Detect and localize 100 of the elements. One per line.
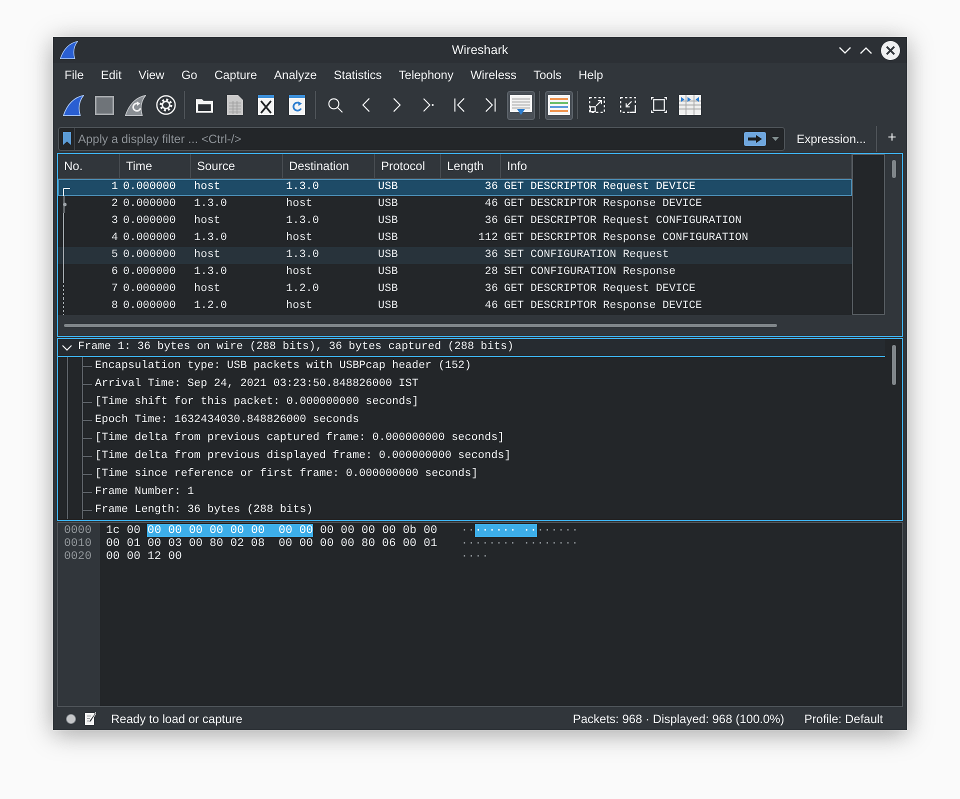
apply-filter-button[interactable] bbox=[744, 132, 766, 146]
expand-square-icon bbox=[589, 97, 605, 113]
packet-cell-text: 1.2.0 bbox=[286, 282, 320, 298]
packet-row[interactable]: 2 0.000000 1.3.0 host USB 46 GET DESCRIPTOR Response DEVICE bbox=[58, 196, 852, 213]
ascii-text[interactable]: ···· bbox=[461, 550, 489, 563]
tree-item-text[interactable]: [Time delta from previous captured frame: 0.000000000 seconds] bbox=[95, 430, 504, 446]
packet-cell-text: 1.3.0 bbox=[286, 248, 320, 264]
window-title: Wireshark bbox=[452, 42, 508, 59]
packet-cell-text: 0.000000 bbox=[123, 282, 176, 298]
packet-row[interactable]: 1 0.000000 host 1.3.0 USB 36 GET DESCRIPTOR Request DEVICE bbox=[58, 179, 852, 196]
menu-item[interactable]: Tools bbox=[525, 65, 570, 85]
packet-cell-text: 0.000000 bbox=[123, 231, 176, 246]
packet-cell-text: GET DESCRIPTOR Request CONFIGURATION bbox=[504, 214, 742, 230]
colored-lines-icon bbox=[548, 95, 570, 115]
packet-cell-text: GET DESCRIPTOR Request DEVICE bbox=[504, 282, 696, 298]
tree-item-text[interactable]: [Time shift for this packet: 0.000000000 seconds] bbox=[95, 394, 418, 410]
packet-count: Packets: 968 · Displayed: 968 (100.0%) bbox=[572, 710, 784, 728]
tree-item-text[interactable]: Epoch Time: 1632434030.848826000 seconds bbox=[95, 412, 360, 428]
horizontal-scrollbar[interactable] bbox=[64, 324, 777, 327]
packet-number-cell-text: 2 bbox=[111, 197, 118, 212]
offset-cell-text: 0020 bbox=[64, 550, 93, 563]
packet-cell-text: 0.000000 bbox=[123, 214, 176, 230]
packet-number-cell-text: 8 bbox=[111, 299, 118, 314]
packet-cell-text: 0.000000 bbox=[123, 248, 176, 264]
menu-item[interactable]: Wireless bbox=[462, 65, 525, 85]
packet-number-cell-text: 3 bbox=[111, 214, 118, 230]
menu-item[interactable]: File bbox=[56, 65, 92, 85]
packet-cell-text: USB bbox=[378, 265, 398, 280]
vertical-scrollbar[interactable] bbox=[892, 160, 896, 178]
packet-cell-text: host bbox=[286, 265, 312, 280]
chevron-down-icon[interactable] bbox=[62, 342, 72, 352]
menu-item[interactable]: View bbox=[130, 65, 173, 85]
tree-item-text: Frame 1: 36 bytes on wire (288 bits), 36 bytes captured (288 bits) bbox=[78, 340, 514, 356]
packet-cell-text: GET DESCRIPTOR Response DEVICE bbox=[504, 299, 702, 314]
packet-row[interactable]: 6 0.000000 1.3.0 host USB 28 SET CONFIGURATION Response bbox=[58, 264, 852, 281]
tree-item-text[interactable]: [Time since reference or first frame: 0.000000000 seconds] bbox=[95, 466, 478, 482]
expression-button[interactable]: Expression... bbox=[790, 126, 872, 150]
chevron-down-icon bbox=[839, 46, 851, 54]
menu-item[interactable]: Help bbox=[570, 65, 612, 85]
shark-fin-icon bbox=[60, 41, 78, 59]
packet-cell-text: 28 bbox=[484, 265, 498, 280]
packet-cell-text: USB bbox=[378, 248, 398, 264]
packet-cell-text: host bbox=[194, 214, 220, 230]
hex-bytes[interactable]: 00 00 12 00 bbox=[106, 550, 182, 563]
packet-cell-text: SET CONFIGURATION Request bbox=[504, 248, 670, 264]
close-button[interactable] bbox=[881, 40, 900, 60]
hex-bytes[interactable]: 1c 00 bbox=[106, 524, 148, 537]
tree-item-text[interactable]: [Time delta from previous displayed frame: 0.000000000 seconds] bbox=[95, 448, 511, 464]
packet-cell-text: 1.3.0 bbox=[286, 214, 320, 230]
ascii-text[interactable]: ········ ········ bbox=[461, 537, 578, 550]
ascii-text[interactable]: ······ bbox=[536, 524, 578, 537]
chevron-bar-left-icon bbox=[454, 98, 464, 112]
fin-reload-icon bbox=[124, 94, 146, 116]
packet-cell-text: 36 bbox=[484, 282, 498, 298]
packet-cell-text: USB bbox=[378, 282, 398, 298]
packet-row[interactable]: 3 0.000000 host 1.3.0 USB 36 GET DESCRIPTOR Request CONFIGURATION bbox=[58, 213, 852, 230]
menu-item[interactable]: Statistics bbox=[325, 65, 390, 85]
packet-row[interactable]: 4 0.000000 1.3.0 host USB 112 GET DESCRIPTOR Response CONFIGURATION bbox=[58, 230, 852, 247]
tree-item-text[interactable]: Frame Length: 36 bytes (288 bits) bbox=[95, 502, 313, 518]
menu-item[interactable]: Capture bbox=[206, 65, 266, 85]
packet-row[interactable]: 7 0.000000 host 1.2.0 USB 36 GET DESCRIPTOR Request DEVICE bbox=[58, 281, 852, 298]
note-edit-icon[interactable] bbox=[85, 712, 96, 725]
profile-label[interactable]: Profile: Default bbox=[804, 710, 883, 728]
vertical-scrollbar[interactable] bbox=[892, 345, 896, 385]
caret-down-icon bbox=[772, 136, 780, 140]
menu-item[interactable]: Edit bbox=[92, 65, 130, 85]
packet-row[interactable]: 5 0.000000 host 1.3.0 USB 36 SET CONFIGURATION Request bbox=[58, 247, 852, 264]
tree-item-text[interactable]: Frame Number: 1 bbox=[95, 484, 194, 500]
chevron-left-icon bbox=[362, 98, 370, 112]
document-icon bbox=[227, 95, 243, 115]
menu-item[interactable]: Analyze bbox=[266, 65, 326, 85]
circle-icon[interactable] bbox=[66, 714, 76, 724]
tree-item-text[interactable]: Encapsulation type: USB packets with USBPcap header (152) bbox=[95, 358, 472, 374]
packet-number-cell-text: 1 bbox=[111, 180, 118, 196]
document-x-icon bbox=[258, 95, 274, 115]
packet-row[interactable]: 8 0.000000 1.2.0 host USB 46 GET DESCRIPTOR Response DEVICE bbox=[58, 298, 852, 315]
tree-row[interactable]: Frame 1: 36 bytes on wire (288 bits), 36 bytes captured (288 bits) bbox=[58, 339, 885, 357]
offset-cell-text: 0000 bbox=[64, 524, 93, 537]
packet-cell-text: 46 bbox=[484, 197, 498, 212]
menu-item[interactable]: Telephony bbox=[390, 65, 462, 85]
packet-number-cell-text: 6 bbox=[111, 265, 118, 280]
ascii-text[interactable]: ·· bbox=[461, 524, 475, 537]
table-columns-icon bbox=[679, 95, 701, 115]
search-icon bbox=[328, 98, 342, 112]
packet-cell-text: 1.2.0 bbox=[194, 299, 228, 314]
filter-text-input[interactable]: Apply a display filter ... <Ctrl-/> bbox=[75, 128, 744, 150]
hex-bytes[interactable]: 00 00 00 00 0b 00 bbox=[313, 524, 438, 537]
packet-cell-text: 0.000000 bbox=[123, 299, 176, 314]
autoscroll-button[interactable] bbox=[507, 90, 535, 120]
add-filter-button[interactable]: + bbox=[881, 126, 903, 150]
packet-number-cell-text: 5 bbox=[111, 248, 118, 264]
chevron-up-icon bbox=[860, 46, 872, 54]
document-reload-icon bbox=[289, 95, 305, 115]
packet-cell-text: 0.000000 bbox=[123, 197, 176, 212]
tree-item-text[interactable]: Arrival Time: Sep 24, 2021 03:23:50.848826000 IST bbox=[95, 376, 418, 392]
colorize-button[interactable] bbox=[545, 90, 573, 120]
display-filter-field[interactable]: Apply a display filter ... <Ctrl-/> bbox=[58, 126, 785, 150]
packet-cell-text: 1.3.0 bbox=[194, 197, 228, 212]
hex-bytes[interactable]: 00 01 00 03 00 80 02 08 00 00 00 00 80 06 00 01 bbox=[106, 537, 438, 550]
menu-item[interactable]: Go bbox=[172, 65, 206, 85]
